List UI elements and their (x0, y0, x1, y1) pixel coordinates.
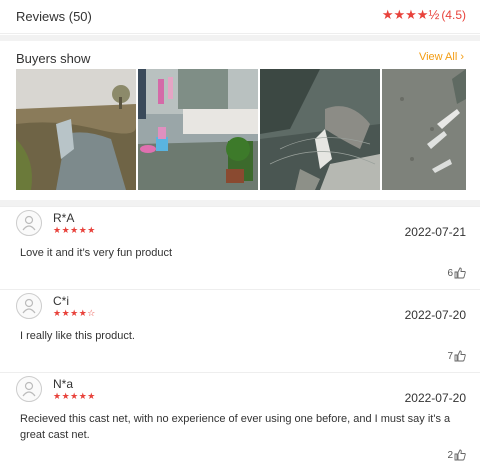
overall-stars: ★★★★½ (381, 7, 440, 22)
buyers-show-title: Buyers show (16, 51, 91, 66)
user-icon (22, 215, 36, 231)
review-text: Recieved this cast net, with no experien… (20, 413, 451, 441)
overall-rating: ★★★★½ (4.5) (382, 7, 466, 23)
reviewer-name: N*a (53, 377, 74, 391)
review-date: 2022-07-21 (404, 225, 466, 239)
review-item: N*a ★★★★★ 2022-07-20 Recieved this cast … (0, 372, 480, 469)
review-stars: ★★★★★ (53, 391, 96, 401)
review-text: Love it and it’s very fun product (20, 247, 173, 259)
field-pond-photo[interactable] (16, 69, 136, 190)
reviewer-name: R*A (53, 211, 75, 225)
buyer-photo-strip (16, 69, 466, 190)
avatar (16, 210, 42, 236)
like-button[interactable]: 2 (447, 449, 466, 461)
reviews-header: Reviews (50) ★★★★½ (4.5) (0, 0, 480, 34)
courtyard-water-photo[interactable] (138, 69, 258, 190)
review-item: R*A ★★★★★ 2022-07-21 Love it and it’s ve… (0, 206, 480, 289)
thumbs-up-icon (454, 267, 466, 279)
avatar (16, 376, 42, 402)
review-text: I really like this product. (20, 330, 135, 342)
cast-net-water-photo[interactable] (260, 69, 380, 190)
thumbs-up-icon (454, 449, 466, 461)
like-count: 6 (447, 267, 453, 279)
review-stars: ★★★★☆ (53, 308, 96, 318)
view-all-link[interactable]: View All › (419, 51, 464, 63)
thumbs-up-icon (454, 350, 466, 362)
like-button[interactable]: 6 (447, 267, 466, 279)
reviewer-name: C*i (53, 294, 70, 308)
avatar (16, 293, 42, 319)
fish-on-ground-photo[interactable] (382, 69, 466, 190)
review-item: C*i ★★★★☆ 2022-07-20 I really like this … (0, 289, 480, 372)
buyers-show-section: Buyers show View All › (0, 41, 480, 200)
user-icon (22, 381, 36, 397)
overall-score: (4.5) (441, 8, 466, 22)
like-count: 7 (447, 350, 453, 362)
review-date: 2022-07-20 (404, 308, 466, 322)
review-stars: ★★★★★ (53, 225, 96, 235)
review-date: 2022-07-20 (404, 391, 466, 405)
like-count: 2 (447, 449, 453, 461)
reviews-title: Reviews (50) (16, 9, 92, 24)
like-button[interactable]: 7 (447, 350, 466, 362)
user-icon (22, 298, 36, 314)
